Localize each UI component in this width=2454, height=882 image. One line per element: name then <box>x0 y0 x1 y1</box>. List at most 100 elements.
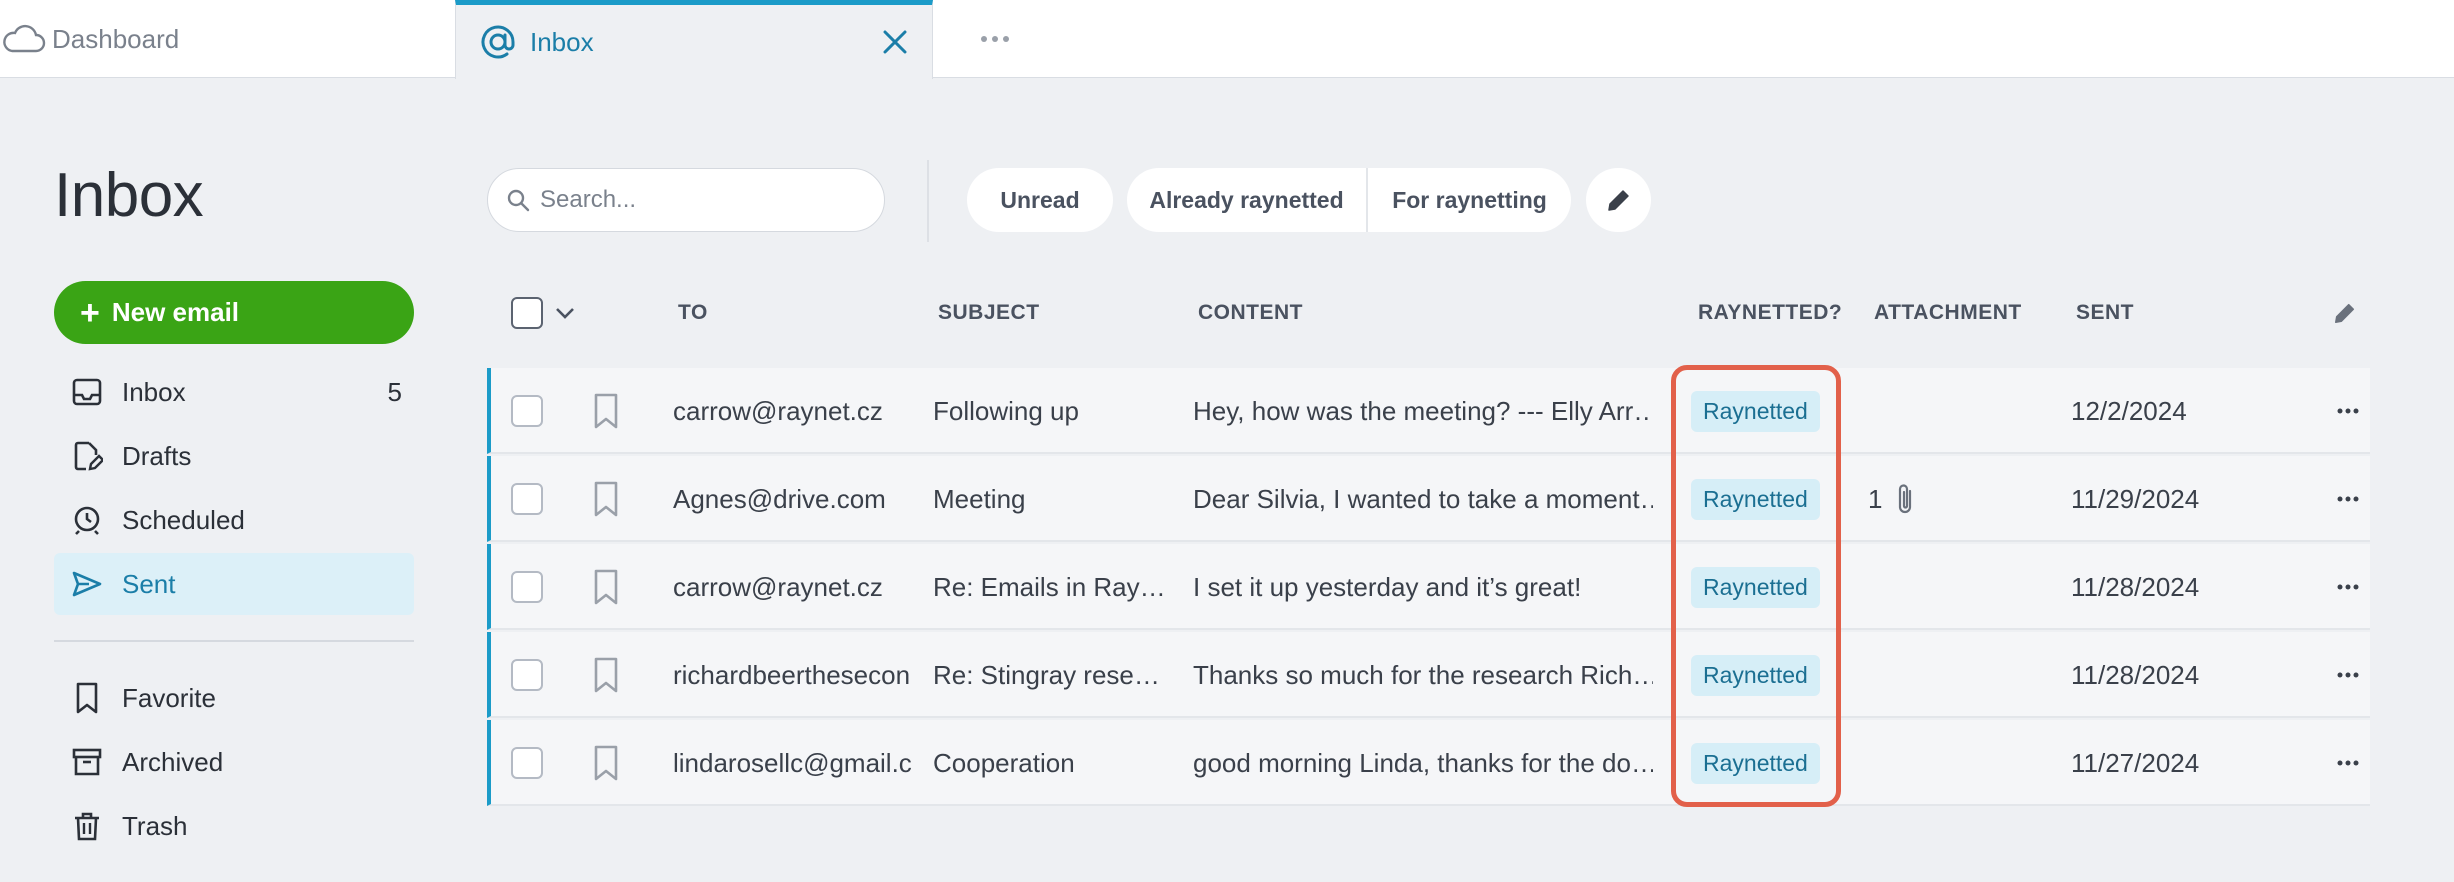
row-sent: 11/28/2024 <box>2071 659 2200 690</box>
new-email-button[interactable]: + New email <box>54 281 414 344</box>
row-to: Agnes@drive.com <box>673 483 886 514</box>
sidebar-item-drafts[interactable]: Drafts <box>54 425 414 487</box>
archive-icon <box>70 745 104 779</box>
row-sent: 11/27/2024 <box>2071 747 2200 778</box>
table-row[interactable]: carrow@raynet.cz Following up Hey, how w… <box>487 368 2370 454</box>
sidebar-item-sent[interactable]: Sent <box>54 553 414 615</box>
sidebar-item-scheduled[interactable]: Scheduled <box>54 489 414 551</box>
search-box[interactable] <box>487 168 885 232</box>
search-input[interactable] <box>540 186 860 214</box>
at-sign-icon <box>481 25 515 59</box>
send-icon <box>70 567 104 601</box>
more-horizontal-icon <box>2337 584 2359 590</box>
sidebar-item-favorite[interactable]: Favorite <box>54 667 414 729</box>
scheduled-icon <box>70 503 104 537</box>
page-title: Inbox <box>54 161 204 230</box>
close-icon <box>883 30 907 54</box>
more-tabs-button[interactable] <box>975 22 1015 56</box>
tab-bar: Dashboard Inbox <box>0 0 2454 79</box>
close-tab-button[interactable] <box>878 25 912 59</box>
row-bookmark-button[interactable] <box>590 368 622 454</box>
table-row[interactable]: Agnes@drive.com Meeting Dear Silvia, I w… <box>487 456 2370 542</box>
checkbox-box <box>511 659 543 691</box>
column-header-sent[interactable]: SENT <box>2076 280 2134 346</box>
more-horizontal-icon <box>2337 408 2359 414</box>
row-attachment[interactable]: 1 <box>1868 456 1916 542</box>
cloud-icon <box>3 24 46 53</box>
column-header-attachment[interactable]: ATTACHMENT <box>1874 280 2022 346</box>
sidebar-item-inbox[interactable]: Inbox 5 <box>54 361 414 423</box>
filter-already-raynetted-button[interactable]: Already raynetted <box>1127 168 1368 232</box>
table-row[interactable]: lindarosellc@gmail.c Cooperation good mo… <box>487 720 2370 806</box>
row-bookmark-button[interactable] <box>590 456 622 542</box>
tab-dashboard[interactable]: Dashboard <box>0 0 455 78</box>
edit-columns-button[interactable] <box>2332 280 2358 346</box>
raynetted-badge: Raynetted <box>1691 478 1820 520</box>
tab-inbox[interactable]: Inbox <box>455 0 933 79</box>
toolbar-separator <box>927 160 929 242</box>
row-to: lindarosellc@gmail.c <box>673 747 912 778</box>
sidebar-item-label: Archived <box>122 746 224 777</box>
row-sent: 11/28/2024 <box>2071 571 2200 602</box>
row-raynetted: Raynetted <box>1691 720 1820 806</box>
row-select-checkbox[interactable] <box>511 632 543 718</box>
row-select-checkbox[interactable] <box>511 456 543 542</box>
row-subject: Re: Emails in Ray… <box>933 571 1166 602</box>
raynetted-badge: Raynetted <box>1691 390 1820 432</box>
row-bookmark-button[interactable] <box>590 632 622 718</box>
filter-unread-button[interactable]: Unread <box>967 168 1113 232</box>
new-email-label: New email <box>111 297 240 327</box>
tab-dashboard-label: Dashboard <box>52 23 180 54</box>
bookmark-icon <box>594 657 618 693</box>
inbox-count: 5 <box>387 376 402 407</box>
row-to: richardbeerthesecon <box>673 659 911 690</box>
checkbox-box <box>511 747 543 779</box>
row-bookmark-button[interactable] <box>590 720 622 806</box>
column-header-subject[interactable]: SUBJECT <box>938 280 1040 346</box>
pencil-icon <box>1607 190 1629 211</box>
column-header-raynetted[interactable]: RAYNETTED? <box>1698 280 1842 346</box>
row-actions-button[interactable] <box>2337 720 2359 806</box>
filter-unread-label: Unread <box>1000 186 1080 213</box>
sidebar-item-label: Inbox <box>122 376 186 407</box>
bookmark-icon <box>594 481 618 517</box>
row-raynetted: Raynetted <box>1691 368 1820 454</box>
table-row[interactable]: carrow@raynet.cz Re: Emails in Ray… I se… <box>487 544 2370 630</box>
row-actions-button[interactable] <box>2337 456 2359 542</box>
row-raynetted: Raynetted <box>1691 632 1820 718</box>
trash-icon <box>70 809 104 843</box>
checkbox-box <box>511 297 543 329</box>
filter-for-raynetting-button[interactable]: For raynetting <box>1368 168 1571 232</box>
column-header-to[interactable]: TO <box>678 280 708 346</box>
more-horizontal-icon <box>2337 672 2359 678</box>
row-actions-button[interactable] <box>2337 368 2359 454</box>
bookmark-icon <box>594 745 618 781</box>
sidebar-item-archived[interactable]: Archived <box>54 731 414 793</box>
row-bookmark-button[interactable] <box>590 544 622 630</box>
row-content: I set it up yesterday and it’s great! <box>1193 571 1582 602</box>
row-actions-button[interactable] <box>2337 544 2359 630</box>
sidebar-item-trash[interactable]: Trash <box>54 795 414 857</box>
row-select-checkbox[interactable] <box>511 720 543 806</box>
row-content: good morning Linda, thanks for the do… <box>1193 747 1653 778</box>
raynetted-badge: Raynetted <box>1691 742 1820 784</box>
sidebar-item-label: Drafts <box>122 440 192 471</box>
more-horizontal-icon <box>2337 760 2359 766</box>
sidebar-divider <box>54 640 414 642</box>
sidebar-item-label: Sent <box>122 568 176 599</box>
sidebar-item-label: Favorite <box>122 682 216 713</box>
row-select-checkbox[interactable] <box>511 368 543 454</box>
table-row[interactable]: richardbeerthesecon Re: Stingray rese… T… <box>487 632 2370 718</box>
select-options-button[interactable] <box>553 280 577 346</box>
pencil-icon <box>2335 303 2355 323</box>
edit-filters-button[interactable] <box>1586 168 1651 232</box>
select-all-checkbox[interactable] <box>511 280 543 346</box>
row-select-checkbox[interactable] <box>511 544 543 630</box>
row-sent: 12/2/2024 <box>2071 395 2187 426</box>
checkbox-box <box>511 571 543 603</box>
column-header-content[interactable]: CONTENT <box>1198 280 1303 346</box>
bookmark-icon <box>594 393 618 429</box>
row-subject: Cooperation <box>933 747 1075 778</box>
row-subject: Re: Stingray rese… <box>933 659 1160 690</box>
row-actions-button[interactable] <box>2337 632 2359 718</box>
